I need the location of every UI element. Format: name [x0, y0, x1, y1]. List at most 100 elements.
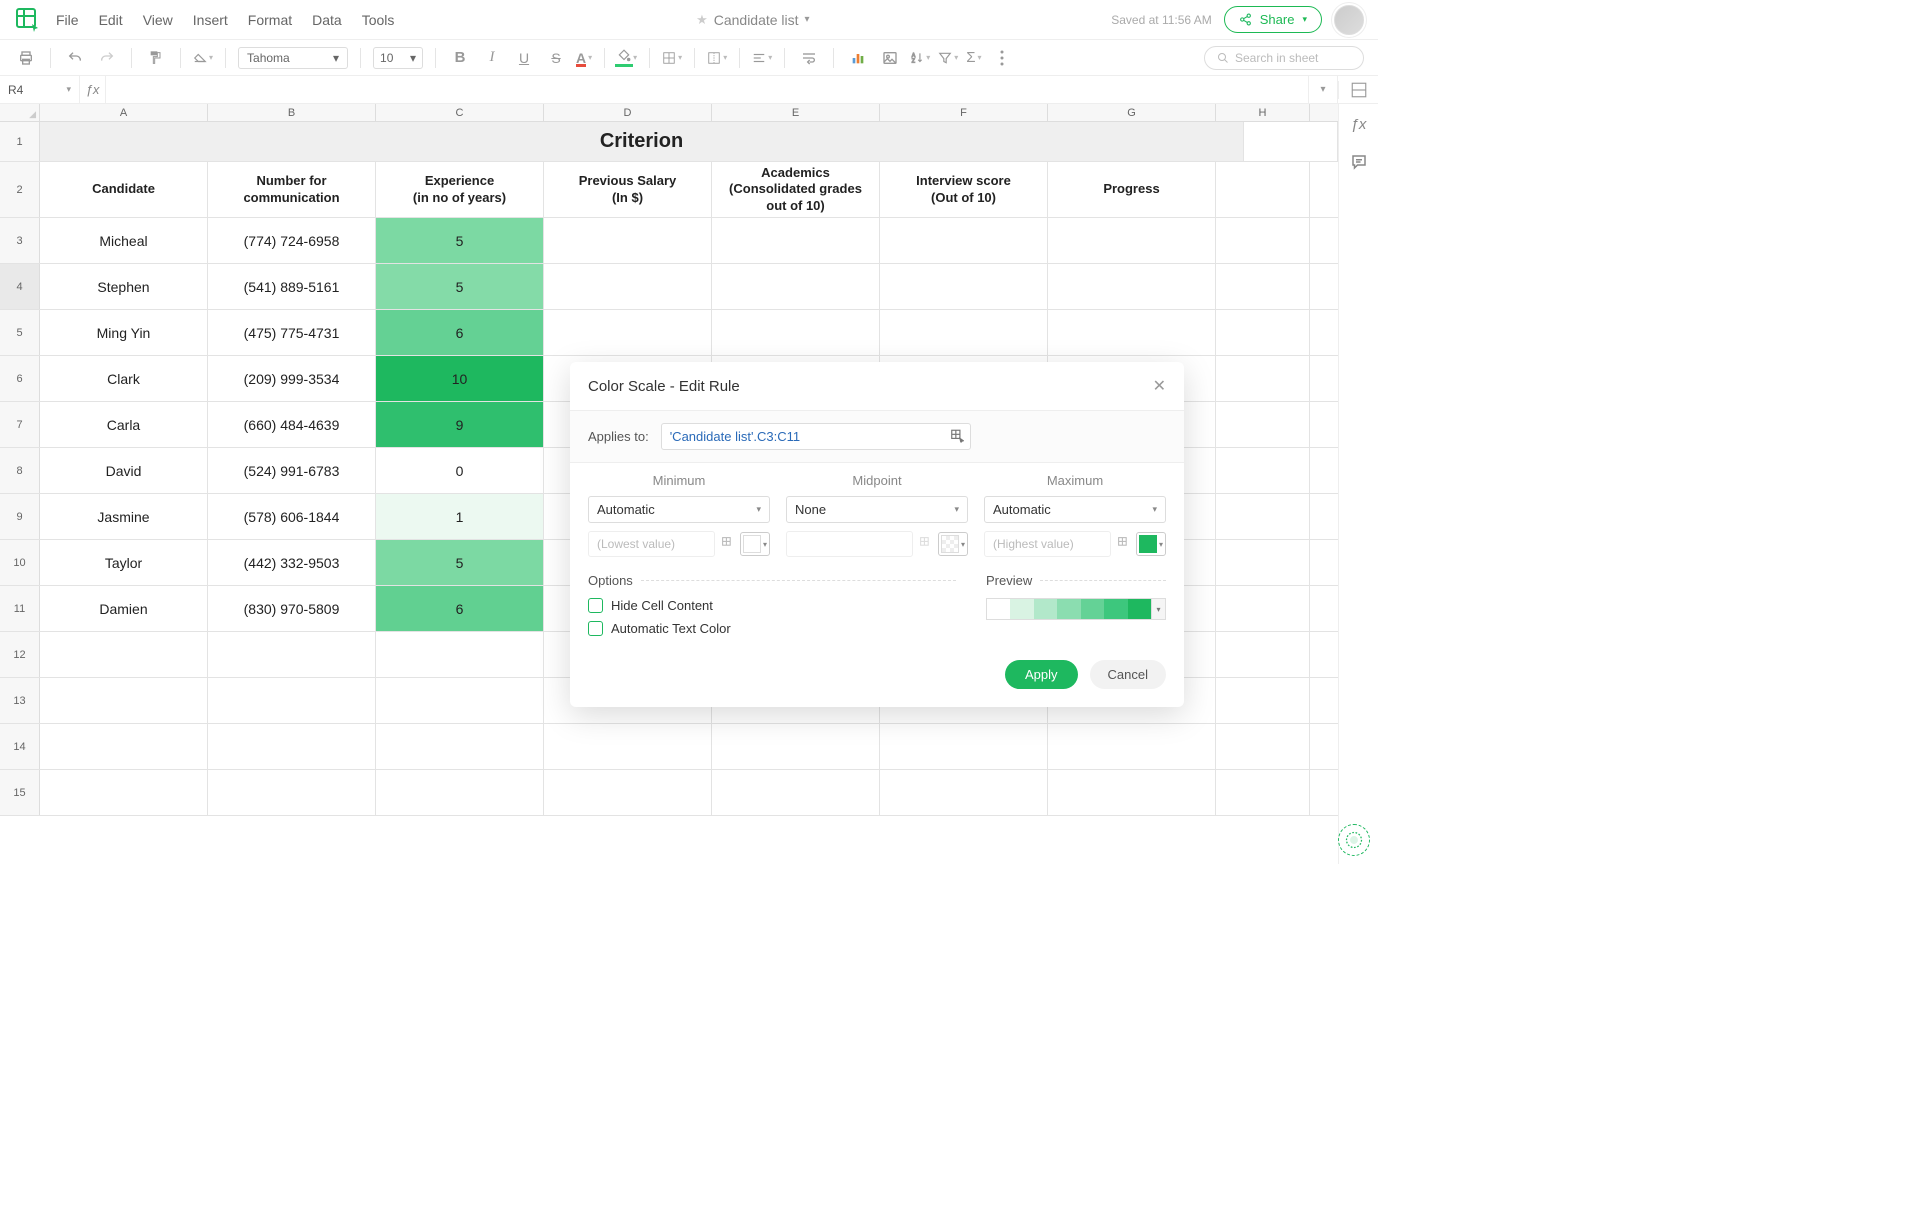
filter-dropdown[interactable]: ▾: [938, 51, 958, 65]
font-select[interactable]: Tahoma▾: [238, 47, 348, 69]
cell[interactable]: [1048, 724, 1216, 769]
cell[interactable]: Damien: [40, 586, 208, 631]
range-picker-icon[interactable]: [1117, 536, 1130, 552]
hide-content-checkbox[interactable]: Hide Cell Content: [588, 598, 956, 613]
functions-dropdown[interactable]: Σ▾: [966, 49, 981, 66]
cell[interactable]: [880, 218, 1048, 263]
cell[interactable]: [1216, 724, 1310, 769]
cell[interactable]: 10: [376, 356, 544, 401]
cell[interactable]: [544, 724, 712, 769]
fx-icon[interactable]: ƒx: [80, 76, 106, 103]
cell[interactable]: [1048, 770, 1216, 815]
cell[interactable]: [712, 770, 880, 815]
row-header[interactable]: 3: [0, 218, 40, 263]
formula-expand-icon[interactable]: ▾: [1308, 76, 1338, 103]
cell[interactable]: 5: [376, 540, 544, 585]
cell[interactable]: [1216, 310, 1310, 355]
apply-button[interactable]: Apply: [1005, 660, 1078, 689]
halign-dropdown[interactable]: ▾: [752, 51, 772, 65]
cell[interactable]: [376, 678, 544, 723]
close-icon[interactable]: ✕: [1153, 376, 1166, 396]
chevron-down-icon[interactable]: ▾: [805, 14, 810, 25]
cell[interactable]: 9: [376, 402, 544, 447]
cell[interactable]: [880, 724, 1048, 769]
row-header[interactable]: 6: [0, 356, 40, 401]
cell[interactable]: [1216, 448, 1310, 493]
strikethrough-button[interactable]: S: [544, 46, 568, 70]
share-button[interactable]: Share ▾: [1224, 6, 1322, 33]
cell[interactable]: [208, 678, 376, 723]
cell[interactable]: (524) 991-6783: [208, 448, 376, 493]
cell[interactable]: [208, 724, 376, 769]
underline-button[interactable]: U: [512, 46, 536, 70]
preview-gradient[interactable]: ▾: [986, 598, 1166, 620]
mid-type-dropdown[interactable]: None▾: [786, 496, 968, 523]
row-header[interactable]: 7: [0, 402, 40, 447]
cell[interactable]: (475) 775-4731: [208, 310, 376, 355]
cell[interactable]: [1216, 770, 1310, 815]
header-cell[interactable]: Experience (in no of years): [376, 162, 544, 217]
cell[interactable]: [712, 264, 880, 309]
comments-panel-icon[interactable]: [1347, 150, 1371, 174]
name-box[interactable]: R4▾: [0, 76, 80, 103]
cell[interactable]: [1048, 218, 1216, 263]
menu-data[interactable]: Data: [312, 12, 342, 28]
col-header-h[interactable]: H: [1216, 104, 1310, 121]
cell[interactable]: Carla: [40, 402, 208, 447]
mid-color-swatch[interactable]: ▾: [938, 532, 968, 556]
col-header-c[interactable]: C: [376, 104, 544, 121]
row-header[interactable]: 9: [0, 494, 40, 539]
cell[interactable]: [544, 218, 712, 263]
cell[interactable]: Jasmine: [40, 494, 208, 539]
avatar[interactable]: [1334, 5, 1364, 35]
cell[interactable]: [40, 632, 208, 677]
chevron-down-icon[interactable]: ▾: [1151, 599, 1165, 619]
cell[interactable]: [1216, 540, 1310, 585]
doc-title[interactable]: Candidate list: [714, 12, 799, 28]
cell[interactable]: [1216, 586, 1310, 631]
header-cell[interactable]: Candidate: [40, 162, 208, 217]
cell[interactable]: [880, 310, 1048, 355]
row-header[interactable]: 8: [0, 448, 40, 493]
cell[interactable]: [712, 310, 880, 355]
range-picker-icon[interactable]: [721, 536, 734, 552]
print-icon[interactable]: [14, 46, 38, 70]
range-picker-icon[interactable]: [919, 536, 932, 552]
col-header-e[interactable]: E: [712, 104, 880, 121]
menu-tools[interactable]: Tools: [362, 12, 395, 28]
header-cell[interactable]: Number for communication: [208, 162, 376, 217]
cell[interactable]: 5: [376, 264, 544, 309]
cell[interactable]: (774) 724-6958: [208, 218, 376, 263]
undo-icon[interactable]: [63, 46, 87, 70]
cell[interactable]: [208, 770, 376, 815]
cell[interactable]: [40, 724, 208, 769]
cancel-button[interactable]: Cancel: [1090, 660, 1166, 689]
applies-to-input[interactable]: 'Candidate list'.C3:C11: [661, 423, 971, 450]
sort-dropdown[interactable]: AZ▾: [910, 51, 930, 65]
cell[interactable]: (578) 606-1844: [208, 494, 376, 539]
cell[interactable]: [712, 724, 880, 769]
min-type-dropdown[interactable]: Automatic▾: [588, 496, 770, 523]
menu-edit[interactable]: Edit: [99, 12, 123, 28]
row-header[interactable]: 13: [0, 678, 40, 723]
header-cell[interactable]: Interview score (Out of 10): [880, 162, 1048, 217]
col-header-d[interactable]: D: [544, 104, 712, 121]
cell[interactable]: Clark: [40, 356, 208, 401]
redo-icon[interactable]: [95, 46, 119, 70]
cell[interactable]: (660) 484-4639: [208, 402, 376, 447]
cell[interactable]: [208, 632, 376, 677]
col-header-a[interactable]: A: [40, 104, 208, 121]
menu-file[interactable]: File: [56, 12, 79, 28]
max-color-swatch[interactable]: ▾: [1136, 532, 1166, 556]
row-header[interactable]: 15: [0, 770, 40, 815]
cell[interactable]: 0: [376, 448, 544, 493]
row-header[interactable]: 11: [0, 586, 40, 631]
cell[interactable]: [1216, 678, 1310, 723]
fill-color-dropdown[interactable]: ▾: [617, 49, 637, 66]
cell-style-icon[interactable]: [1338, 81, 1378, 99]
more-icon[interactable]: [990, 46, 1014, 70]
col-header-f[interactable]: F: [880, 104, 1048, 121]
cell[interactable]: David: [40, 448, 208, 493]
header-cell[interactable]: Progress: [1048, 162, 1216, 217]
row-header[interactable]: 12: [0, 632, 40, 677]
